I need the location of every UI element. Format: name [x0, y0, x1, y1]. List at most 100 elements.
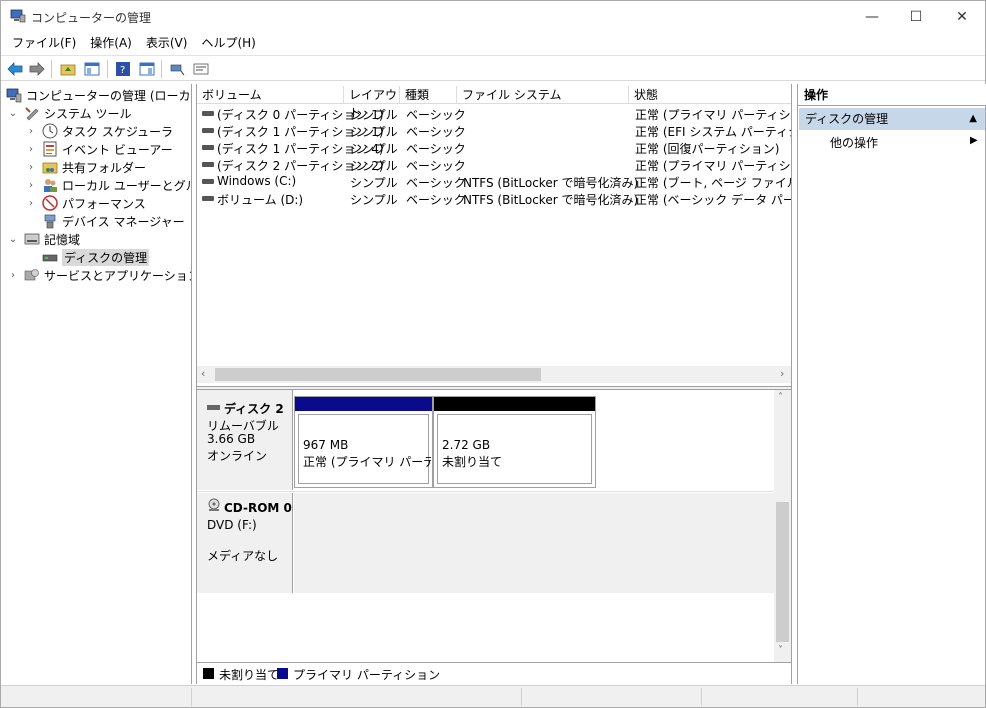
tree-item-device-manager[interactable]: デバイス マネージャー	[42, 212, 185, 230]
section-label: ディスクの管理	[805, 112, 889, 126]
folder-up-icon	[60, 64, 76, 75]
chevron-right-icon[interactable]: ›	[26, 144, 36, 155]
tree-item-root[interactable]: コンピューターの管理 (ローカル)	[6, 86, 191, 104]
partition-unallocated[interactable]: 2.72 GB 未割り当て	[433, 396, 596, 488]
menu-help[interactable]: ヘルプ(H)	[194, 32, 262, 54]
menu-action[interactable]: 操作(A)	[83, 32, 139, 54]
tree-label: システム ツール	[44, 106, 132, 121]
column-header-layout[interactable]: レイアウト	[344, 86, 400, 120]
minimize-button[interactable]: —	[849, 1, 895, 32]
tree-item-system-tools[interactable]: ⌄ システム ツール	[8, 104, 132, 122]
forward-arrow-icon	[29, 61, 45, 76]
tree-label: ローカル ユーザーとグループ	[62, 178, 191, 193]
volume-list-horizontal-scrollbar[interactable]: ‹ ›	[197, 366, 791, 383]
volume-status: 正常 (プライマリ パーティション)	[635, 159, 791, 173]
tools-icon	[25, 107, 39, 121]
forward-button[interactable]	[27, 59, 47, 78]
drive-icon	[202, 145, 214, 150]
partition-size: 2.72 GB	[442, 438, 491, 452]
up-folder-button[interactable]	[58, 59, 78, 78]
more-actions-item[interactable]: 他の操作	[830, 134, 878, 151]
event-viewer-icon	[43, 141, 57, 157]
partition-967mb[interactable]: 967 MB 正常 (プライマリ パーティション)	[294, 396, 433, 488]
column-header-status[interactable]: 状態	[629, 86, 791, 104]
help-button[interactable]: ?	[113, 59, 133, 78]
scroll-left-icon[interactable]: ‹	[201, 367, 205, 380]
device-manager-icon	[44, 214, 56, 229]
tree-label: 記憶域	[44, 232, 81, 247]
back-button[interactable]	[5, 59, 25, 78]
tree-label: イベント ビューアー	[62, 142, 173, 157]
tree-item-services-apps[interactable]: › サービスとアプリケーション	[8, 266, 191, 284]
column-header-type[interactable]: 種類	[400, 86, 457, 104]
chevron-right-icon[interactable]: ›	[26, 198, 36, 209]
connect-button[interactable]	[167, 59, 187, 78]
column-header-volume[interactable]: ボリューム	[197, 86, 344, 104]
drive-icon	[202, 162, 214, 167]
scrollbar-thumb[interactable]	[776, 502, 789, 642]
cdrom-0-label[interactable]: CD-ROM 0 DVD (F:) メディアなし	[197, 493, 293, 593]
tree-item-disk-management[interactable]: ディスクの管理	[42, 248, 150, 266]
computer-management-icon	[6, 88, 22, 103]
scroll-down-icon[interactable]: ˅	[778, 645, 783, 656]
table-row[interactable]: (ディスク 1 パーティション 4) シンプル ベーシック 正常 (回復パーティ…	[197, 139, 791, 156]
back-arrow-icon	[7, 61, 23, 76]
disk-name: ディスク 2	[224, 402, 284, 416]
volume-list: (ディスク 0 パーティション 1) シンプル ベーシック 正常 (プライマリ …	[197, 105, 791, 365]
tree-item-storage[interactable]: ⌄ 記憶域	[8, 230, 80, 248]
scrollbar-thumb[interactable]	[215, 368, 541, 381]
table-row[interactable]: (ディスク 2 パーティション 2) シンプル ベーシック 正常 (プライマリ …	[197, 156, 791, 173]
table-row[interactable]: ボリューム (D:) シンプル ベーシック NTFS (BitLocker で暗…	[197, 190, 791, 207]
menu-view[interactable]: 表示(V)	[139, 32, 195, 54]
chevron-down-icon[interactable]: ⌄	[8, 234, 18, 245]
disk-2-label[interactable]: ディスク 2 リムーバブル 3.66 GB オンライン	[197, 390, 293, 490]
actions-section-disk-management[interactable]: ディスクの管理 ▲	[799, 108, 985, 130]
maximize-button[interactable]: ☐	[893, 1, 939, 32]
legend-unallocated-label: 未割り当て	[219, 668, 280, 682]
chevron-down-icon[interactable]: ⌄	[8, 108, 18, 119]
chevron-right-icon[interactable]: ›	[26, 162, 36, 173]
menu-file[interactable]: ファイル(F)	[5, 32, 83, 54]
tree-label: ディスクの管理	[62, 248, 150, 266]
table-row[interactable]: (ディスク 0 パーティション 1) シンプル ベーシック 正常 (プライマリ …	[197, 105, 791, 122]
tree-label: タスク スケジューラ	[62, 124, 173, 139]
shared-folder-icon	[42, 162, 58, 174]
properties-button[interactable]	[191, 59, 211, 78]
column-header-filesystem[interactable]: ファイル システム	[457, 86, 629, 104]
close-button[interactable]: ✕	[939, 1, 985, 32]
services-icon	[24, 269, 39, 281]
more-actions-label: 他の操作	[830, 136, 879, 150]
partition-status: 未割り当て	[442, 455, 503, 469]
volume-layout: シンプル	[350, 159, 398, 173]
partition-size: 967 MB	[303, 438, 349, 452]
graphical-view-vertical-scrollbar[interactable]: ˄ ˅	[774, 390, 791, 662]
connect-icon	[170, 64, 185, 75]
show-hide-tree-button[interactable]	[82, 59, 102, 78]
drive-icon	[202, 128, 214, 133]
computer-management-icon	[10, 9, 26, 23]
submenu-arrow-icon[interactable]: ▶	[970, 135, 978, 146]
table-row[interactable]: (ディスク 1 パーティション 1) シンプル ベーシック 正常 (EFI シス…	[197, 122, 791, 139]
tree-item-performance[interactable]: › パフォーマンス	[26, 194, 146, 212]
actions-header: 操作	[798, 84, 986, 106]
scroll-up-icon[interactable]: ˄	[778, 392, 783, 403]
table-row[interactable]: Windows (C:) シンプル ベーシック NTFS (BitLocker …	[197, 173, 791, 190]
tree-item-local-users[interactable]: › ローカル ユーザーとグループ	[26, 176, 191, 194]
disk-graphical-view: ディスク 2 リムーバブル 3.66 GB オンライン 967 MB 正常 (プ…	[197, 390, 791, 662]
volume-type: ベーシック	[406, 159, 466, 173]
disk-state: オンライン	[207, 449, 268, 463]
chevron-right-icon[interactable]: ›	[8, 270, 18, 281]
scroll-right-icon[interactable]: ›	[780, 367, 784, 380]
chevron-right-icon[interactable]: ›	[26, 180, 36, 191]
tree-item-event-viewer[interactable]: › イベント ビューアー	[26, 140, 173, 158]
cd-icon	[208, 498, 220, 511]
collapse-up-icon[interactable]: ▲	[969, 108, 977, 130]
show-hide-action-pane-button[interactable]	[137, 59, 157, 78]
disk-name: CD-ROM 0	[224, 501, 292, 515]
chevron-right-icon[interactable]: ›	[26, 126, 36, 137]
tree-item-task-scheduler[interactable]: › タスク スケジューラ	[26, 122, 173, 140]
tree-item-shared-folders[interactable]: › 共有フォルダー	[26, 158, 146, 176]
volume-type: ベーシック	[406, 176, 466, 190]
volume-list-header: ボリューム レイアウト 種類 ファイル システム 状態	[197, 86, 791, 120]
users-icon	[44, 179, 57, 192]
